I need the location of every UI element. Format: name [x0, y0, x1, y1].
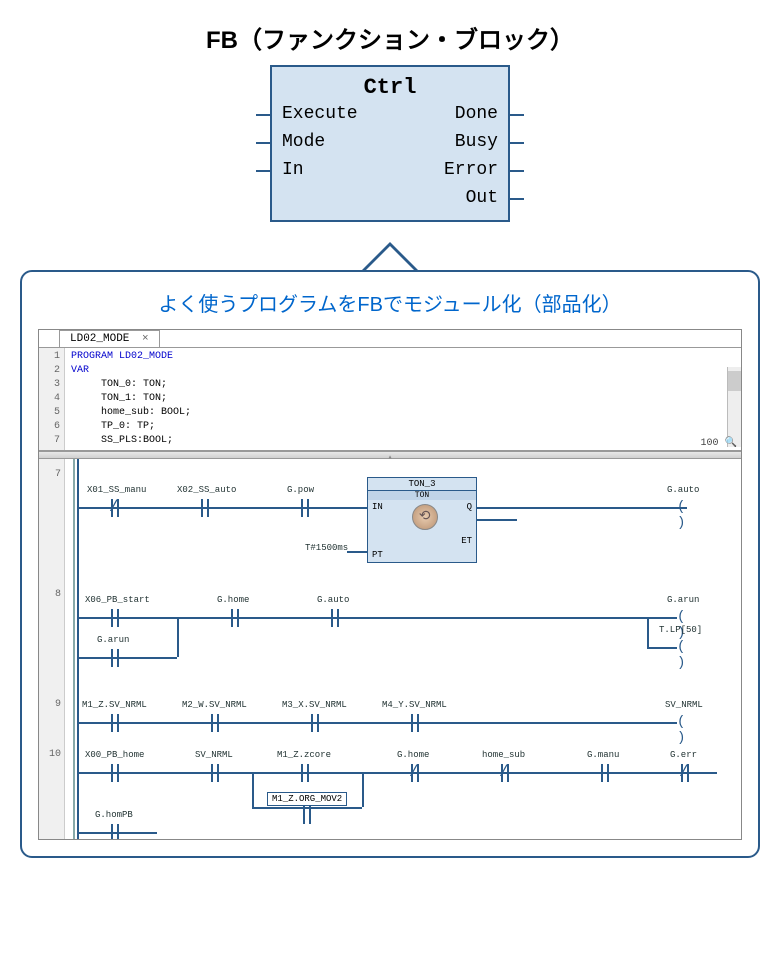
fb-output: Done [455, 104, 498, 124]
line-gutter: 1 2 3 4 5 6 7 [39, 348, 65, 450]
fb-output: Busy [455, 132, 498, 152]
code-text[interactable]: PROGRAM LD02_MODE VAR TON_0: TON; TON_1:… [65, 348, 741, 450]
contact-no[interactable] [107, 764, 123, 782]
zoom-indicator[interactable]: 100 🔍 [701, 437, 737, 449]
contact-no[interactable] [107, 824, 123, 839]
contact-no[interactable] [207, 764, 223, 782]
fb-input: Execute [282, 104, 358, 124]
code-area[interactable]: 1 2 3 4 5 6 7 PROGRAM LD02_MODE VAR TON_… [39, 347, 741, 451]
magnifier-icon[interactable]: 🔍 [725, 438, 737, 449]
page-title: FB（ファンクション・ブロック） [20, 20, 760, 55]
contact-nc[interactable]: / [407, 764, 423, 782]
contact-no[interactable] [407, 714, 423, 732]
contact-no[interactable] [207, 714, 223, 732]
fb-output: Out [466, 188, 498, 208]
fb-call[interactable]: M1_Z.ORG_MOV2 [267, 792, 347, 806]
ladder-diagram[interactable]: 7 8 9 10 / X01_SS_manu X02_SS_auto G.pow… [39, 459, 741, 839]
contact-no[interactable] [197, 499, 213, 517]
contact-nc[interactable]: / [107, 499, 123, 517]
contact-no[interactable] [597, 764, 613, 782]
arrow-down-icon [360, 242, 420, 272]
splitter[interactable]: ▴ [39, 451, 741, 459]
contact-nc[interactable]: / [497, 764, 513, 782]
contact-no[interactable] [107, 649, 123, 667]
contact-no[interactable] [307, 714, 323, 732]
contact-no[interactable] [107, 714, 123, 732]
fb-input: Mode [282, 132, 325, 152]
contact-no[interactable] [297, 499, 313, 517]
fb-output: Error [444, 160, 498, 180]
editor-tab[interactable]: LD02_MODE × [59, 330, 160, 347]
function-block: Ctrl Execute Done Mode Busy In Error Out [270, 65, 510, 222]
contact-no[interactable] [227, 609, 243, 627]
tab-label: LD02_MODE [70, 333, 129, 345]
coil[interactable] [677, 639, 695, 657]
contact-no[interactable] [327, 609, 343, 627]
contact-no[interactable] [107, 609, 123, 627]
callout-title: よく使うプログラムをFBでモジュール化（部品化） [38, 288, 742, 317]
code-editor[interactable]: LD02_MODE × 1 2 3 4 5 6 7 PROGRAM LD02_M… [38, 329, 742, 840]
coil[interactable] [677, 714, 695, 732]
coil[interactable] [677, 499, 695, 517]
contact-no[interactable] [297, 764, 313, 782]
ton-block[interactable]: TON_3 TON IN Q ET PT [367, 477, 477, 563]
scrollbar-vertical[interactable] [727, 367, 741, 447]
timer-icon [412, 504, 438, 530]
callout-panel: よく使うプログラムをFBでモジュール化（部品化） LD02_MODE × 1 2… [20, 270, 760, 858]
fb-input: In [282, 160, 304, 180]
contact-nc[interactable]: / [677, 764, 693, 782]
contact-no[interactable] [299, 806, 315, 824]
close-icon[interactable]: × [142, 333, 149, 345]
fb-name: Ctrl [272, 75, 508, 100]
